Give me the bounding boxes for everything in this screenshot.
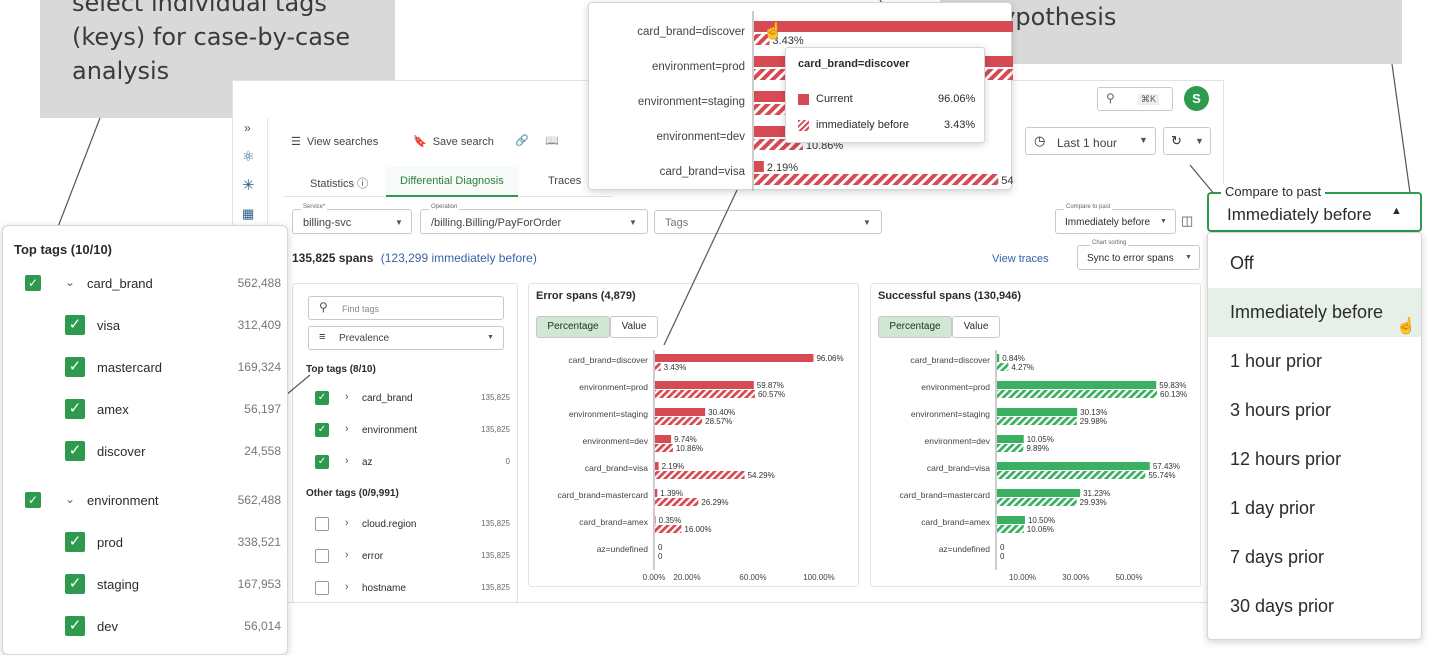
group-count: 562,488 bbox=[237, 276, 281, 290]
zoom-tag-row[interactable]: ✓ discover 24,558 bbox=[65, 441, 281, 463]
tag-count: 338,521 bbox=[237, 535, 281, 549]
tooltip-title: card_brand=discover bbox=[798, 58, 910, 70]
compare-option[interactable]: 30 days prior bbox=[1208, 582, 1421, 631]
chevron-down-icon[interactable]: ⌄ bbox=[65, 275, 75, 289]
compare-option[interactable]: 3 hours prior bbox=[1208, 386, 1421, 435]
category-label: card_brand=discover bbox=[637, 26, 745, 38]
bar-current[interactable] bbox=[754, 161, 764, 172]
zoom-tag-row[interactable]: ✓ visa 312,409 bbox=[65, 315, 281, 337]
compare-option[interactable]: Off bbox=[1208, 239, 1421, 288]
tag-count: 169,324 bbox=[237, 360, 281, 374]
category-label: environment=prod bbox=[652, 61, 745, 73]
checkbox-checked[interactable]: ✓ bbox=[65, 574, 85, 594]
zoom-tag-row[interactable]: ✓ prod 338,521 bbox=[65, 532, 281, 554]
tooltip-current-value: 96.06% bbox=[938, 93, 976, 105]
checkbox-checked[interactable]: ✓ bbox=[65, 357, 85, 377]
tooltip-before-value: 3.43% bbox=[944, 119, 976, 131]
chart-tooltip: card_brand=discover Current 96.06% immed… bbox=[785, 47, 985, 143]
zoom-tag-row[interactable]: ✓ mastercard 169,324 bbox=[65, 357, 281, 379]
zoomed-compare-label: Compare to past bbox=[1221, 184, 1326, 199]
category-label: card_brand=visa bbox=[660, 166, 746, 178]
zoomed-tags-panel: Top tags (10/10) ✓ ⌄ card_brand 562,488 ✓ vis… bbox=[2, 225, 288, 655]
connector-left-2 bbox=[285, 374, 311, 396]
tag-count: 167,953 bbox=[237, 577, 281, 591]
tag-count: 56,197 bbox=[244, 402, 281, 416]
tag-name: staging bbox=[97, 577, 139, 592]
checkbox-checked[interactable]: ✓ bbox=[65, 441, 85, 461]
compare-options: Off Immediately before ☝ 1 hour prior 3 hour… bbox=[1208, 233, 1421, 631]
compare-option[interactable]: 1 day prior bbox=[1208, 484, 1421, 533]
zoomed-chart-popover: card_brand=discover 3.43% environment=prod… bbox=[588, 2, 1013, 191]
chevron-down-icon[interactable]: ⌄ bbox=[65, 492, 75, 506]
group-count: 562,488 bbox=[237, 493, 281, 507]
tooltip-current-label: Current bbox=[816, 93, 853, 105]
zoom-tag-row[interactable]: ✓ amex 56,197 bbox=[65, 399, 281, 421]
tag-count: 24,558 bbox=[244, 444, 281, 458]
value-label-before: 54.29% bbox=[1001, 175, 1013, 187]
compare-dropdown-menu: Off Immediately before ☝ 1 hour prior 3 hour… bbox=[1207, 232, 1422, 640]
connector-mid-1 bbox=[663, 187, 739, 346]
tag-name: dev bbox=[97, 619, 118, 634]
zoom-group-row[interactable]: ✓ ⌄ environment 562,488 bbox=[25, 490, 281, 512]
bar-before[interactable] bbox=[754, 174, 999, 185]
tag-name: prod bbox=[97, 535, 124, 550]
value-label-current: 2.19% bbox=[767, 162, 798, 174]
zoomed-tags-header: Top tags (10/10) bbox=[14, 242, 113, 257]
checkbox-checked[interactable]: ✓ bbox=[65, 616, 85, 636]
tooltip-before-label: immediately before bbox=[816, 119, 909, 131]
zoom-tag-row[interactable]: ✓ dev 56,014 bbox=[65, 616, 281, 638]
checkbox-checked[interactable]: ✓ bbox=[65, 315, 85, 335]
tag-name: discover bbox=[97, 444, 146, 459]
connector-left-1 bbox=[55, 117, 101, 233]
compare-option[interactable]: Immediately before ☝ bbox=[1208, 288, 1421, 337]
tag-name: visa bbox=[97, 318, 121, 333]
checkbox-checked[interactable]: ✓ bbox=[25, 492, 41, 508]
connector-right-2 bbox=[1391, 63, 1411, 194]
compare-option[interactable]: 1 hour prior bbox=[1208, 337, 1421, 386]
compare-option[interactable]: 12 hours prior bbox=[1208, 435, 1421, 484]
checkbox-checked[interactable]: ✓ bbox=[25, 275, 41, 291]
chevron-up-icon: ▲ bbox=[1391, 205, 1402, 217]
category-label: environment=dev bbox=[656, 131, 745, 143]
zoom-tag-row[interactable]: ✓ staging 167,953 bbox=[65, 574, 281, 596]
tag-name: amex bbox=[97, 402, 129, 417]
tooltip-current-swatch bbox=[798, 94, 809, 105]
pointer-cursor-icon: ☝ bbox=[763, 23, 783, 40]
connector-right-1 bbox=[1189, 164, 1216, 196]
compare-option[interactable]: 7 days prior bbox=[1208, 533, 1421, 582]
tag-name: mastercard bbox=[97, 360, 163, 375]
zoomed-compare-value: Immediately before bbox=[1227, 205, 1372, 224]
zoom-group-row[interactable]: ✓ ⌄ card_brand 562,488 bbox=[25, 273, 281, 295]
bar-current[interactable] bbox=[754, 21, 1013, 32]
checkbox-checked[interactable]: ✓ bbox=[65, 399, 85, 419]
tag-count: 56,014 bbox=[244, 619, 281, 633]
group-name: environment bbox=[87, 493, 159, 508]
category-label: environment=staging bbox=[638, 96, 745, 108]
tooltip-before-swatch bbox=[798, 120, 809, 131]
zoomed-compare-select[interactable]: Compare to past Immediately before ▲ bbox=[1207, 184, 1422, 232]
tag-count: 312,409 bbox=[237, 318, 281, 332]
checkbox-checked[interactable]: ✓ bbox=[65, 532, 85, 552]
group-name: card_brand bbox=[87, 276, 153, 291]
